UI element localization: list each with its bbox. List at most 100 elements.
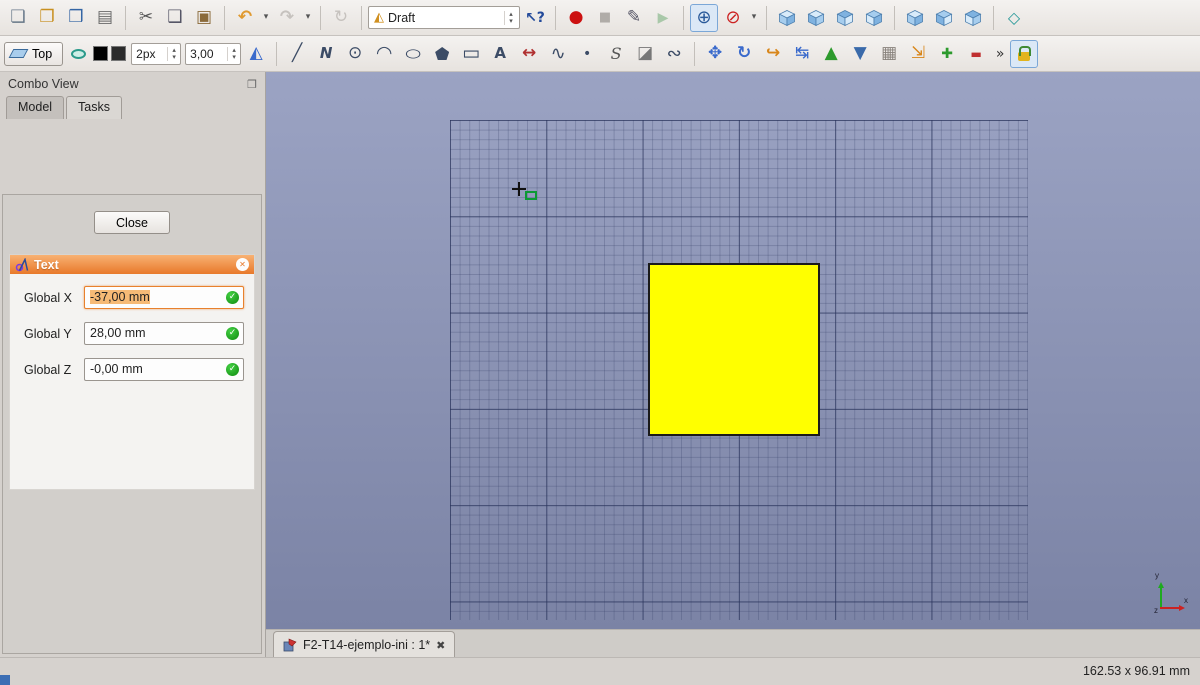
- task-panel-header[interactable]: Text ✕: [10, 255, 254, 274]
- draft-arc-button[interactable]: ◠: [370, 40, 398, 68]
- whats-this-button[interactable]: ↖?: [521, 4, 549, 32]
- view-rear-button[interactable]: [901, 4, 929, 32]
- draft-bezier-button[interactable]: ∾: [660, 40, 688, 68]
- document-tab[interactable]: F2-T14-ejemplo-ini : 1* ✖: [273, 631, 455, 658]
- toolbar-overflow-button[interactable]: »: [991, 40, 1009, 68]
- draft-polygon-button[interactable]: [428, 40, 456, 68]
- autogroup-button[interactable]: [64, 40, 92, 68]
- macro-stop-button[interactable]: ■: [591, 4, 619, 32]
- construction-mode-button[interactable]: ◭: [242, 40, 270, 68]
- global-y-input[interactable]: 28,00 mm ✓: [84, 322, 244, 345]
- workbench-spinner[interactable]: ▴ ▾: [504, 11, 517, 25]
- chevron-down-icon: ▾: [264, 13, 269, 22]
- add-point-icon: ✚: [941, 47, 953, 61]
- task-panel-title: Text: [34, 258, 231, 272]
- crosshair-cursor: [512, 182, 526, 196]
- facebinder-icon: ◪: [637, 45, 653, 62]
- draft-ellipse-button[interactable]: ○: [399, 40, 427, 68]
- rectangle-shape[interactable]: [648, 263, 820, 436]
- view-right-button[interactable]: [860, 4, 888, 32]
- view-front-button[interactable]: [802, 4, 830, 32]
- draft-upgrade-button[interactable]: ▲: [817, 40, 845, 68]
- line-width-spinbox[interactable]: 2px ▴▾: [131, 43, 181, 65]
- draft-line-button[interactable]: ╱: [283, 40, 311, 68]
- refresh-button[interactable]: ↻: [327, 4, 355, 32]
- face-color-swatch[interactable]: [111, 46, 126, 61]
- draft-rectangle-button[interactable]: ▭: [457, 40, 485, 68]
- draft-facebinder-button[interactable]: ◪: [631, 40, 659, 68]
- print-button[interactable]: ▤: [91, 4, 119, 32]
- draw-style-dropdown-button[interactable]: ▾: [748, 4, 760, 32]
- macro-play-button[interactable]: ▶: [649, 4, 677, 32]
- line-width-spinner[interactable]: ▴▾: [167, 47, 180, 61]
- collapse-task-icon[interactable]: ✕: [236, 258, 249, 271]
- workbench-selector[interactable]: ◭ Draft ▴ ▾: [368, 6, 520, 29]
- copy-button[interactable]: ❑: [161, 4, 189, 32]
- draft-edit-button[interactable]: ▦: [875, 40, 903, 68]
- 3d-viewport[interactable]: y x z: [266, 72, 1200, 629]
- toolbar-separator: [766, 6, 767, 30]
- draft-add-point-button[interactable]: ✚: [933, 40, 961, 68]
- draft-trimex-button[interactable]: ↹: [788, 40, 816, 68]
- draft-move-button[interactable]: ✥: [701, 40, 729, 68]
- open-button[interactable]: ❐: [33, 4, 61, 32]
- tab-tasks[interactable]: Tasks: [66, 96, 122, 119]
- standard-toolbar: ❏ ❐ ❒ ▤ ✂ ❑ ▣ ↶ ▾ ↷ ▾ ↻ ◭ Draft ▴ ▾ ↖? ●…: [0, 0, 1200, 36]
- draft-del-point-button[interactable]: ▬: [962, 40, 990, 68]
- new-document-button[interactable]: ❏: [4, 4, 32, 32]
- draft-wire-button[interactable]: N: [312, 40, 340, 68]
- close-task-button[interactable]: Close: [94, 211, 170, 234]
- x-axis-arrow: [1160, 607, 1182, 609]
- global-x-input[interactable]: -37,00 mm ✓: [84, 286, 244, 309]
- redo-dropdown-button[interactable]: ▾: [302, 4, 314, 32]
- paste-button[interactable]: ▣: [190, 4, 218, 32]
- draft-downgrade-button[interactable]: ▼: [846, 40, 874, 68]
- font-size-spinbox[interactable]: 3,00 ▴▾: [185, 43, 241, 65]
- spin-down-icon: ▾: [232, 54, 236, 61]
- working-plane-button[interactable]: Top: [4, 42, 63, 66]
- view-left-button[interactable]: [959, 4, 987, 32]
- zoom-fit-button[interactable]: ⊕: [690, 4, 718, 32]
- redo-button[interactable]: ↷: [273, 4, 301, 32]
- toolbar-separator: [224, 6, 225, 30]
- view-axonometric-button[interactable]: [773, 4, 801, 32]
- draft-offset-button[interactable]: ↪: [759, 40, 787, 68]
- downgrade-arrow-icon: ▼: [854, 45, 867, 62]
- measure-button[interactable]: ◇: [1000, 4, 1028, 32]
- global-y-row: Global Y 28,00 mm ✓: [24, 322, 244, 345]
- cut-button[interactable]: ✂: [132, 4, 160, 32]
- close-tab-icon[interactable]: ✖: [436, 640, 445, 651]
- view-bottom-button[interactable]: [930, 4, 958, 32]
- draft-text-button[interactable]: A: [486, 40, 514, 68]
- global-z-input[interactable]: -0,00 mm ✓: [84, 358, 244, 381]
- line-color-swatch[interactable]: [93, 46, 108, 61]
- global-z-row: Global Z -0,00 mm ✓: [24, 358, 244, 381]
- draw-style-button[interactable]: ⊘: [719, 4, 747, 32]
- task-box: Text ✕ Global X -37,00 mm ✓ Global Y 28,…: [9, 254, 255, 490]
- save-button[interactable]: ❒: [62, 4, 90, 32]
- float-panel-icon[interactable]: ❐: [247, 79, 257, 90]
- new-document-icon: ❏: [10, 9, 25, 26]
- tab-model[interactable]: Model: [6, 96, 64, 119]
- status-bar: 162.53 x 96.91 mm: [0, 657, 1200, 685]
- macro-edit-button[interactable]: ✎: [620, 4, 648, 32]
- magnifier-icon: ⊕: [696, 9, 711, 27]
- view-top-button[interactable]: [831, 4, 859, 32]
- tasks-panel: Close Text ✕ Global X -37,00 mm ✓: [2, 194, 262, 654]
- global-z-label: Global Z: [24, 363, 84, 377]
- draft-dimension-button[interactable]: ↔: [515, 40, 543, 68]
- draft-shapestring-button[interactable]: S: [602, 40, 630, 68]
- undo-button[interactable]: ↶: [231, 4, 259, 32]
- draft-point-button[interactable]: •: [573, 40, 601, 68]
- ellipse-icon: ○: [405, 48, 422, 60]
- snap-lock-button[interactable]: [1010, 40, 1038, 68]
- undo-dropdown-button[interactable]: ▾: [260, 4, 272, 32]
- macro-record-button[interactable]: ●: [562, 4, 590, 32]
- draft-scale-button[interactable]: ⇲: [904, 40, 932, 68]
- snap-lock-icon: [1018, 52, 1030, 61]
- spin-down-icon: ▾: [172, 54, 176, 61]
- draft-circle-button[interactable]: ⊙: [341, 40, 369, 68]
- draft-rotate-button[interactable]: ↻: [730, 40, 758, 68]
- font-size-spinner[interactable]: ▴▾: [227, 47, 240, 61]
- draft-bspline-button[interactable]: ∿: [544, 40, 572, 68]
